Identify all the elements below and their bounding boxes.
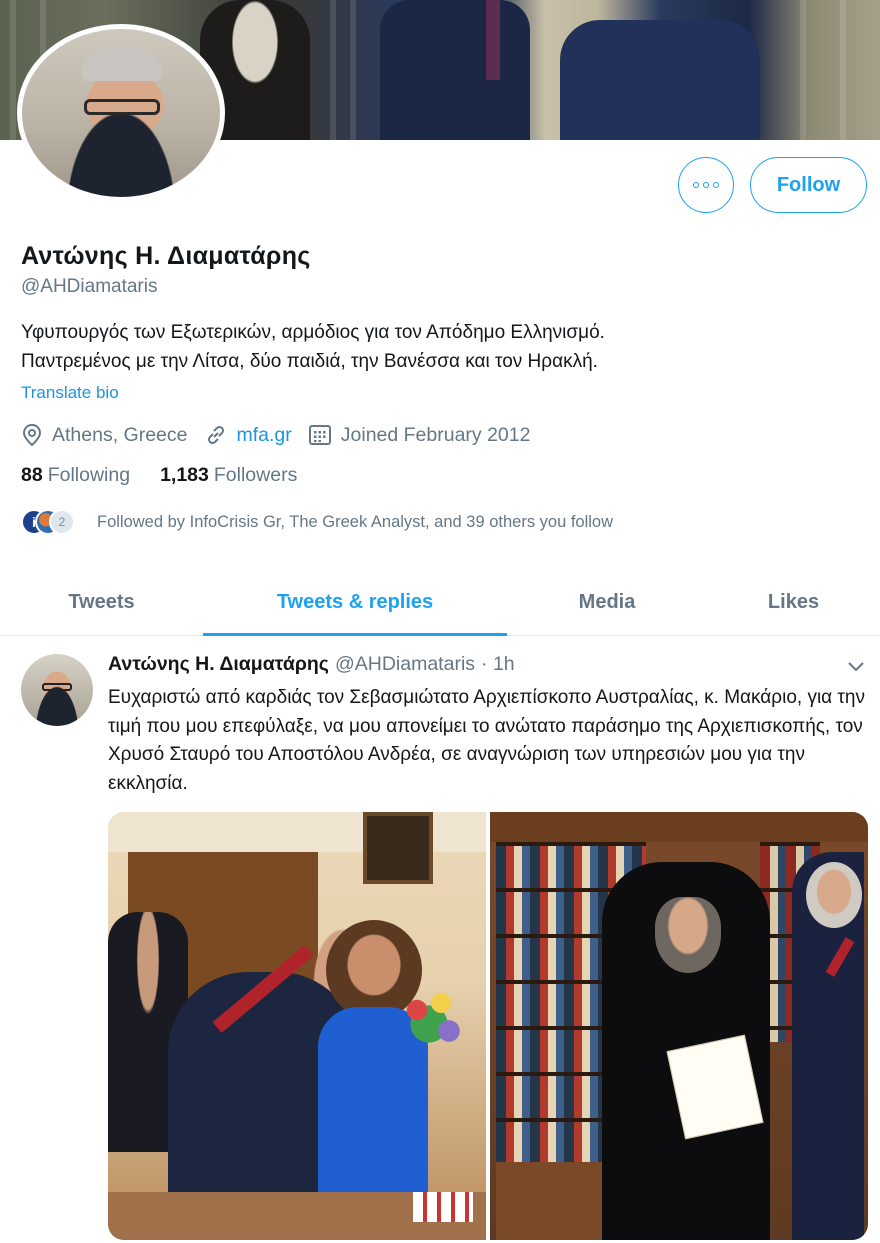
tweet-author-name[interactable]: Αντώνης Η. Διαματάρης	[108, 653, 329, 676]
tab-media[interactable]: Media	[507, 570, 707, 635]
more-dots-icon	[693, 182, 699, 188]
profile-name: Αντώνης Η. Διαματάρης	[21, 242, 311, 270]
location-item: Athens, Greece	[21, 423, 188, 447]
tweet-avatar[interactable]	[21, 654, 93, 726]
profile-tabs: Tweets Tweets & replies Media Likes	[0, 570, 880, 636]
following-label: Following	[47, 464, 131, 486]
link-icon	[207, 425, 224, 445]
calendar-icon	[308, 425, 331, 445]
more-options-button[interactable]	[678, 157, 734, 213]
website-item[interactable]: mfa.gr	[204, 423, 292, 447]
tab-tweets[interactable]: Tweets	[0, 570, 203, 635]
followers-link[interactable]: 1,183 Followers	[160, 464, 297, 487]
followed-by-text: Followed by InfoCrisis Gr, The Greek Ana…	[97, 512, 614, 531]
profile-handle: @AHDiamataris	[21, 276, 158, 297]
bio-line: Υφυπουργός των Εξωτερικών, αρμόδιος για …	[21, 322, 605, 343]
followed-by-row[interactable]: i 2 Followed by InfoCrisis Gr, The Greek…	[21, 508, 613, 536]
following-count: 88	[21, 464, 43, 486]
bio-line: Παντρεμένος με την Λίτσα, δύο παιδιά, τη…	[21, 351, 598, 372]
tweet-author-handle[interactable]: @AHDiamataris	[335, 653, 475, 676]
following-link[interactable]: 88 Following	[21, 464, 130, 487]
followers-label: Followers	[213, 464, 298, 486]
profile-avatar[interactable]	[17, 24, 225, 202]
tweet-time[interactable]: · 1h	[481, 653, 515, 676]
chevron-down-icon[interactable]	[846, 656, 866, 676]
tweet-text: Ευχαριστώ από καρδιάς τον Σεβασμιώτατο Α…	[108, 687, 866, 794]
tab-tweets-and-replies[interactable]: Tweets & replies	[203, 570, 507, 636]
location-text: Athens, Greece	[52, 423, 188, 446]
tweet-header: Αντώνης Η. Διαματάρης @AHDiamataris · 1h	[108, 653, 515, 676]
joined-item: Joined February 2012	[308, 423, 531, 447]
profile-bio: Υφυπουργός των Εξωτερικών, αρμόδιος για …	[21, 318, 861, 376]
follow-button[interactable]: Follow	[750, 157, 867, 213]
location-pin-icon	[22, 423, 42, 447]
followers-count: 1,183	[160, 464, 209, 486]
profile-meta: Athens, Greece mfa.gr Joined February 20…	[21, 421, 546, 449]
translate-bio-link[interactable]: Translate bio	[21, 383, 119, 403]
tweet-photo-1[interactable]	[108, 812, 486, 1240]
website-link[interactable]: mfa.gr	[237, 424, 292, 447]
tab-likes[interactable]: Likes	[707, 570, 880, 635]
tweet-media[interactable]	[108, 812, 868, 1240]
follower-avatar: 2	[49, 509, 75, 535]
joined-text: Joined February 2012	[340, 423, 531, 446]
profile-stats: 88 Following 1,183 Followers	[21, 464, 327, 487]
tweet-photo-2[interactable]	[490, 812, 868, 1240]
